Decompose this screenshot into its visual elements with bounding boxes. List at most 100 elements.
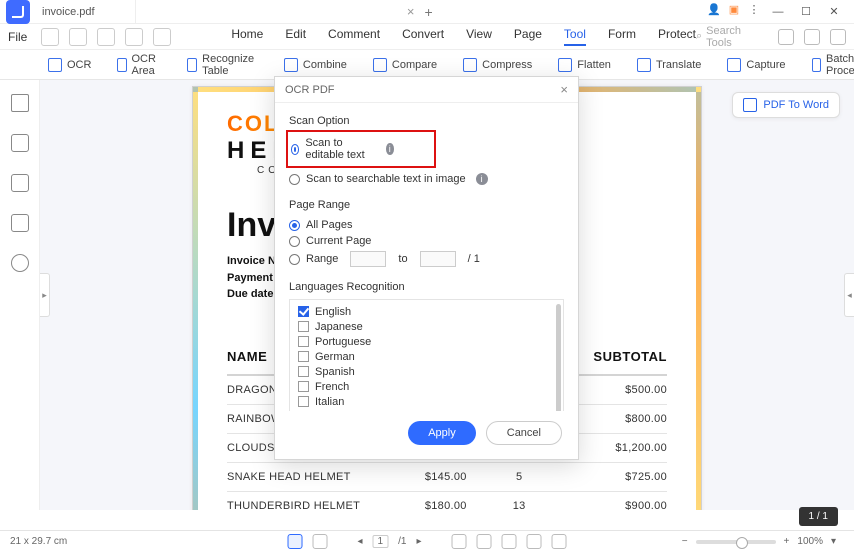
radio-icon[interactable]	[289, 174, 300, 185]
layers-icon[interactable]	[11, 214, 29, 232]
radio-icon[interactable]	[289, 254, 300, 265]
mail-icon[interactable]	[97, 28, 115, 46]
flatten-icon	[558, 58, 572, 72]
zoom-dropdown-icon[interactable]: ▾	[831, 536, 836, 547]
redo-icon[interactable]	[153, 28, 171, 46]
range-from-input[interactable]	[350, 251, 386, 267]
apply-button[interactable]: Apply	[408, 421, 476, 445]
lang-english[interactable]: English	[298, 304, 555, 319]
radio-icon[interactable]	[289, 220, 300, 231]
ribbon-recognize-table[interactable]: Recognize Table	[187, 53, 258, 77]
maximize-button[interactable]: ☐	[792, 1, 820, 23]
option-editable[interactable]: Scan to editable text i	[291, 135, 394, 163]
minimize-button[interactable]: —	[764, 1, 792, 23]
lang-spanish[interactable]: Spanish	[298, 364, 555, 379]
checkbox-icon[interactable]	[298, 366, 309, 377]
page-total: /1	[398, 536, 406, 547]
checkbox-icon[interactable]	[298, 396, 309, 407]
cancel-button[interactable]: Cancel	[486, 421, 562, 445]
ribbon-capture[interactable]: Capture	[727, 58, 785, 72]
kebab-icon[interactable]: ⋮	[744, 1, 764, 19]
checkbox-icon[interactable]	[298, 351, 309, 362]
ribbon-compress[interactable]: Compress	[463, 58, 532, 72]
thumbnails-icon[interactable]	[11, 94, 29, 112]
current-page-input[interactable]: 1	[373, 535, 389, 548]
window-close-button[interactable]: ✕	[820, 1, 848, 23]
bookmarks-icon[interactable]	[11, 134, 29, 152]
menu-protect[interactable]: Protect	[658, 27, 696, 46]
collapse-ribbon-icon[interactable]	[830, 29, 846, 45]
read-mode-icon[interactable]	[551, 534, 566, 549]
new-tab-button[interactable]: +	[425, 4, 433, 20]
search-tools[interactable]: ⌕ Search Tools	[696, 25, 768, 49]
ocr-dialog: OCR PDF × Scan Option Scan to editable t…	[274, 76, 579, 460]
home-icon[interactable]	[778, 29, 794, 45]
menu-comment[interactable]: Comment	[328, 27, 380, 46]
language-list[interactable]: English Japanese Portuguese German Spani…	[289, 299, 564, 411]
file-menu[interactable]: File	[8, 30, 27, 44]
zoom-in-icon[interactable]: +	[784, 536, 790, 547]
menu-form[interactable]: Form	[608, 27, 636, 46]
checkbox-icon[interactable]	[298, 321, 309, 332]
scan-option-title: Scan Option	[289, 115, 564, 127]
fit-page-icon[interactable]	[476, 534, 491, 549]
info-icon[interactable]: i	[476, 173, 488, 185]
ribbon-translate[interactable]: Translate	[637, 58, 701, 72]
ribbon-flatten[interactable]: Flatten	[558, 58, 611, 72]
save-icon[interactable]	[41, 28, 59, 46]
attachments-icon[interactable]	[11, 174, 29, 192]
next-page-icon[interactable]: ▸	[416, 536, 421, 547]
info-icon[interactable]: i	[386, 143, 394, 155]
two-page-icon[interactable]	[526, 534, 541, 549]
lang-italian[interactable]: Italian	[298, 394, 555, 409]
menu-convert[interactable]: Convert	[402, 27, 444, 46]
option-all-pages[interactable]: All Pages	[289, 217, 564, 233]
menu-page[interactable]: Page	[514, 27, 542, 46]
ribbon-ocr-area[interactable]: OCR Area	[117, 53, 160, 77]
checkbox-icon[interactable]	[298, 306, 309, 317]
range-to-input[interactable]	[420, 251, 456, 267]
ribbon-ocr[interactable]: OCR	[48, 58, 91, 72]
radio-icon[interactable]	[291, 144, 299, 155]
select-tool-icon[interactable]	[313, 534, 328, 549]
option-range[interactable]: Range to / 1	[289, 249, 564, 269]
scrollbar[interactable]	[556, 304, 561, 411]
hand-tool-icon[interactable]	[288, 534, 303, 549]
single-page-icon[interactable]	[501, 534, 516, 549]
user-icon[interactable]: 👤	[704, 1, 724, 19]
zoom-out-icon[interactable]: −	[682, 536, 688, 547]
option-current-page[interactable]: Current Page	[289, 233, 564, 249]
ribbon-compare[interactable]: Compare	[373, 58, 437, 72]
menu-view[interactable]: View	[466, 27, 492, 46]
lang-portuguese[interactable]: Portuguese	[298, 334, 555, 349]
lang-chinese-trad[interactable]: Chinese_Traditional	[298, 409, 555, 411]
document-tab[interactable]: invoice.pdf	[34, 0, 136, 23]
dialog-title: OCR PDF	[285, 84, 335, 96]
undo-icon[interactable]	[125, 28, 143, 46]
menu-edit[interactable]: Edit	[285, 27, 306, 46]
ribbon-combine[interactable]: Combine	[284, 58, 347, 72]
radio-icon[interactable]	[289, 236, 300, 247]
tab-close-icon[interactable]: ×	[407, 4, 415, 19]
menu-home[interactable]: Home	[231, 27, 263, 46]
share-icon[interactable]: ▣	[724, 1, 744, 19]
expand-right-handle[interactable]: ◂	[844, 273, 854, 317]
zoom-slider[interactable]	[696, 540, 776, 544]
search-panel-icon[interactable]	[11, 254, 29, 272]
pdf-to-word-button[interactable]: PDF To Word	[732, 92, 840, 118]
fit-width-icon[interactable]	[451, 534, 466, 549]
range-label: Range	[306, 253, 338, 265]
lang-german[interactable]: German	[298, 349, 555, 364]
ribbon-batch[interactable]: Batch Process	[812, 53, 854, 77]
prev-page-icon[interactable]: ◂	[358, 536, 363, 547]
lang-french[interactable]: French	[298, 379, 555, 394]
print-icon[interactable]	[69, 28, 87, 46]
checkbox-icon[interactable]	[298, 381, 309, 392]
dialog-close-button[interactable]: ×	[560, 82, 568, 97]
menu-tool[interactable]: Tool	[564, 27, 586, 46]
option-searchable[interactable]: Scan to searchable text in image i	[289, 171, 564, 187]
checkbox-icon[interactable]	[298, 336, 309, 347]
lang-japanese[interactable]: Japanese	[298, 319, 555, 334]
window-controls: 👤 ▣ ⋮ — ☐ ✕	[704, 1, 848, 23]
cloud-icon[interactable]	[804, 29, 820, 45]
